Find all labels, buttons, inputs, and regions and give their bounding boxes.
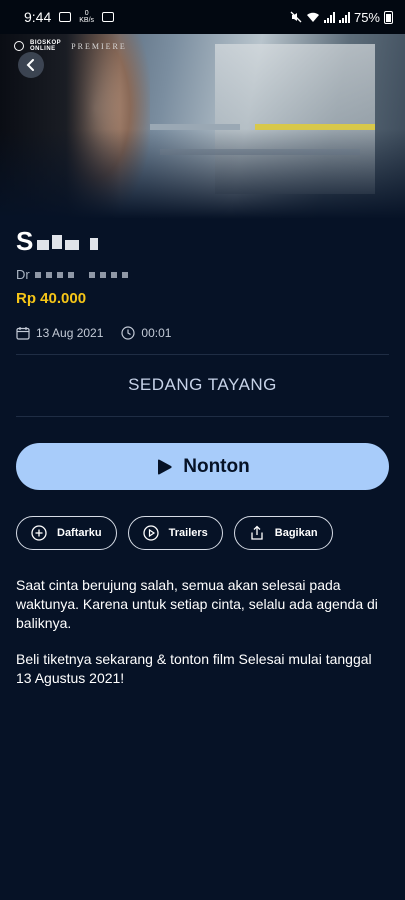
plus-circle-icon	[31, 525, 47, 541]
play-circle-icon	[142, 525, 159, 541]
calendar-icon	[16, 327, 30, 340]
trailers-button[interactable]: Trailers	[127, 516, 223, 550]
status-right: 75%	[290, 10, 393, 25]
duration: 00:01	[121, 326, 171, 340]
director-redaction	[88, 271, 95, 278]
brand-logo: BIOSKOP ONLINE PREMIERE	[14, 40, 127, 52]
signal-icon	[323, 11, 335, 23]
release-date: 13 Aug 2021	[16, 326, 103, 340]
net-speed: 0 KB/s	[79, 10, 94, 24]
back-button[interactable]	[18, 52, 44, 78]
description: Saat cinta berujung salah, semua akan se…	[16, 576, 389, 705]
title-redaction	[52, 234, 63, 249]
title-block: S Dr	[16, 226, 389, 282]
share-label: Bagikan	[274, 527, 318, 539]
meta-row: 13 Aug 2021 00:01	[16, 326, 171, 340]
notification-icon	[59, 12, 72, 22]
brand-name: BIOSKOP ONLINE	[30, 40, 61, 52]
logo-circle-icon	[14, 41, 24, 51]
title-redaction	[65, 239, 80, 250]
net-speed-value: 0	[84, 10, 89, 17]
mylist-label: Daftarku	[57, 527, 102, 539]
status-bar: 9:44 0 KB/s 75%	[0, 0, 405, 34]
duration-text: 00:01	[141, 326, 172, 340]
title-redaction	[90, 237, 99, 250]
director-prefix: Dr	[16, 267, 30, 282]
wifi-icon	[306, 12, 319, 22]
status-left: 9:44 0 KB/s	[24, 9, 115, 25]
director-redaction	[110, 271, 117, 278]
trailers-label: Trailers	[168, 527, 208, 539]
brand-premiere: PREMIERE	[71, 41, 127, 51]
divider	[16, 416, 389, 417]
mylist-button[interactable]: Daftarku	[16, 516, 117, 550]
director-redaction	[99, 271, 106, 278]
battery-icon	[384, 10, 393, 24]
chevron-left-icon	[26, 59, 34, 71]
share-button[interactable]: Bagikan	[233, 516, 333, 550]
status-time: 9:44	[24, 9, 52, 25]
description-paragraph-2: Beli tiketnya sekarang & tonton film Sel…	[16, 651, 372, 686]
director-redaction	[67, 271, 74, 278]
hero-poster: BIOSKOP ONLINE PREMIERE	[0, 34, 405, 219]
hero-fade	[0, 129, 405, 219]
showing-status: SEDANG TAYANG	[128, 375, 277, 394]
gallery-icon	[102, 12, 115, 22]
brand-line2: ONLINE	[30, 46, 56, 52]
release-date-text: 13 Aug 2021	[36, 326, 104, 340]
description-paragraph-1: Saat cinta berujung salah, semua akan se…	[16, 577, 378, 631]
net-speed-unit: KB/s	[79, 17, 95, 24]
director-redaction	[56, 271, 63, 278]
action-row: Daftarku Trailers Bagikan	[16, 516, 333, 550]
clock-icon	[121, 326, 136, 340]
signal-2-icon	[338, 11, 350, 23]
director-redaction	[34, 271, 41, 278]
movie-title: S	[16, 226, 389, 257]
mute-icon	[290, 11, 302, 23]
watch-button[interactable]: Nonton	[16, 443, 389, 490]
price: Rp 40.000	[16, 290, 87, 307]
battery-percent: 75%	[353, 9, 380, 25]
watch-button-label: Nonton	[183, 455, 250, 477]
director-redaction	[45, 271, 52, 278]
director-redaction	[121, 271, 128, 278]
director-line: Dr	[16, 267, 389, 282]
share-icon	[251, 525, 263, 540]
movie-title-text: S	[16, 226, 35, 256]
title-redaction	[37, 239, 50, 250]
play-icon	[158, 459, 172, 474]
